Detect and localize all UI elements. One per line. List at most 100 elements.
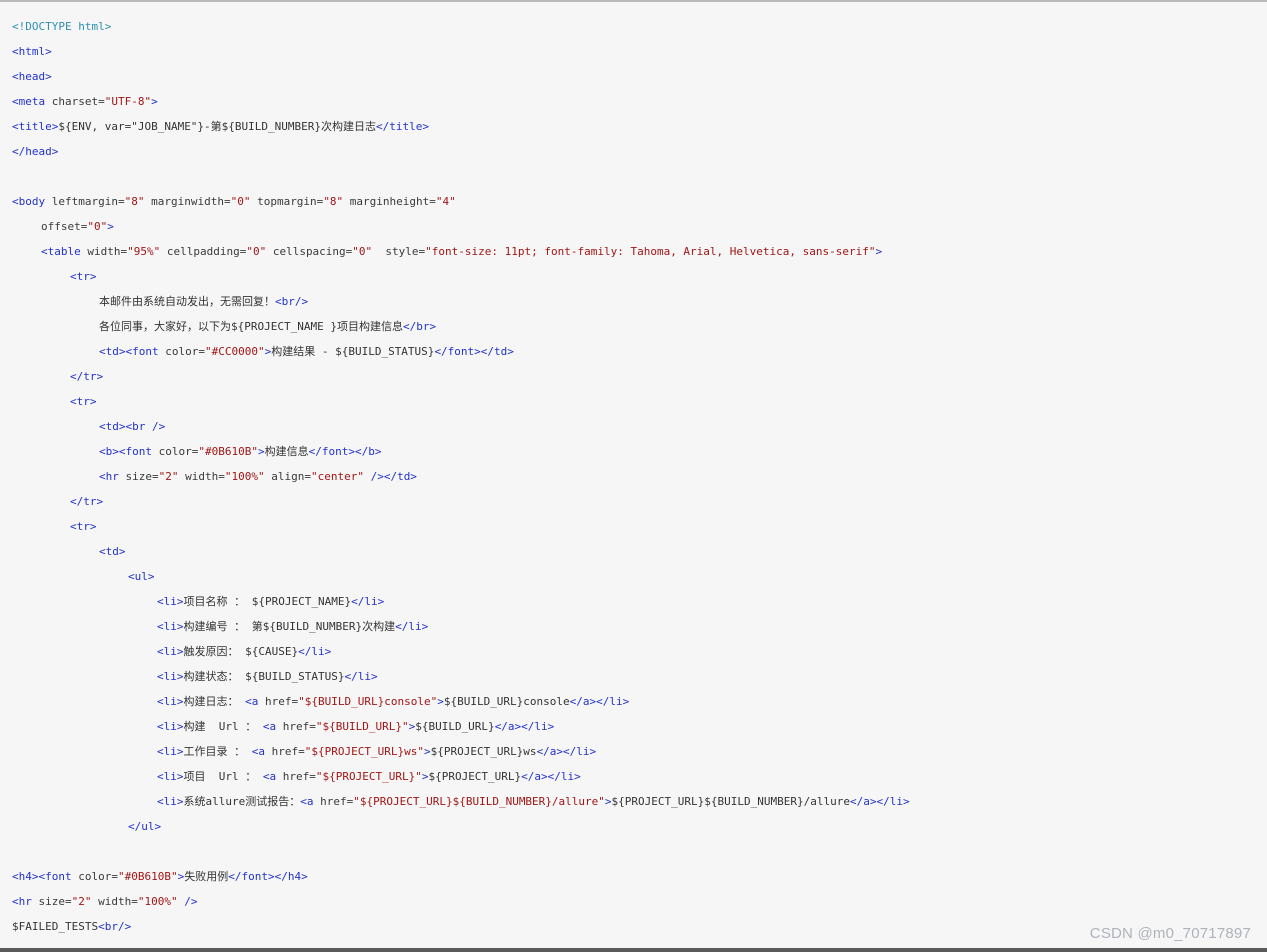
- code-line: <tr>: [12, 514, 1262, 539]
- code-line: <li>构建编号 ： 第${BUILD_NUMBER}次构建</li>: [12, 614, 1262, 639]
- code-line: </tr>: [12, 489, 1262, 514]
- code-line: <ul>: [12, 564, 1262, 589]
- code-token: </ul>: [128, 820, 162, 833]
- code-token: </a></li>: [494, 720, 555, 733]
- code-token: "#0B610B": [117, 870, 178, 883]
- code-token: <td><font: [99, 345, 166, 358]
- code-token: "2": [158, 470, 179, 483]
- code-line: <meta charset="UTF-8">: [12, 89, 1262, 114]
- code-token: </title>: [376, 120, 430, 133]
- code-line: 本邮件由系统自动发出，无需回复！<br/>: [12, 289, 1262, 314]
- code-token: color=: [165, 345, 205, 358]
- code-token: <hr: [99, 470, 126, 483]
- code-line: <li>构建 Url ： <a href="${BUILD_URL}">${BU…: [12, 714, 1262, 739]
- code-line: <table width="95%" cellpadding="0" cells…: [12, 239, 1262, 264]
- code-token: <li>: [157, 695, 184, 708]
- bottom-divider: [0, 948, 1267, 952]
- code-token: "0": [230, 195, 251, 208]
- code-token: href=: [320, 795, 354, 808]
- code-token: </tr>: [70, 370, 104, 383]
- code-line: offset="0">: [12, 214, 1262, 239]
- code-token: align=: [264, 470, 311, 483]
- code-token: "${BUILD_URL}console": [298, 695, 438, 708]
- code-token: 失败用例: [184, 870, 229, 883]
- code-token: "4": [435, 195, 456, 208]
- code-token: </font></b>: [308, 445, 382, 458]
- code-token: <li>: [157, 670, 184, 683]
- code-line: <li>项目 Url ： <a href="${PROJECT_URL}">${…: [12, 764, 1262, 789]
- code-token: "8": [124, 195, 145, 208]
- code-token: "${BUILD_URL}": [315, 720, 409, 733]
- code-line: <title>${ENV, var="JOB_NAME"}-第${BUILD_N…: [12, 114, 1262, 139]
- top-divider: [0, 0, 1267, 2]
- code-token: >: [604, 795, 612, 808]
- code-token: ${BUILD_URL}: [415, 720, 495, 733]
- code-token: >: [437, 695, 444, 708]
- code-token: >: [151, 95, 158, 108]
- code-line: <tr>: [12, 389, 1262, 414]
- code-token: <li>: [157, 620, 184, 633]
- code-token: 工作目录 ：: [183, 745, 252, 758]
- code-token: 各位同事，大家好，以下为${PROJECT_NAME }项目构建信息: [99, 320, 403, 333]
- code-token: /></td>: [363, 470, 417, 483]
- code-token: 构建编号 ： 第${BUILD_NUMBER}次构建: [183, 620, 396, 633]
- code-token: "2": [71, 895, 92, 908]
- code-token: href=: [282, 770, 316, 783]
- code-token: ${PROJECT_URL}ws: [430, 745, 537, 758]
- code-token: 项目名称 ： ${PROJECT_NAME}: [183, 595, 352, 608]
- watermark: CSDN @m0_70717897: [1089, 925, 1251, 942]
- code-line: <li>构建日志： <a href="${BUILD_URL}console">…: [12, 689, 1262, 714]
- code-token: <td>: [99, 545, 126, 558]
- code-token: <h4><font: [12, 870, 79, 883]
- code-token: "100%": [137, 895, 178, 908]
- code-token: <a: [245, 695, 265, 708]
- code-token: 项目 Url ：: [183, 770, 263, 783]
- code-token: >: [107, 220, 114, 233]
- code-line: </ul>: [12, 814, 1262, 839]
- code-token: width=: [91, 895, 138, 908]
- code-token: "UTF-8": [104, 95, 152, 108]
- code-token: </font></h4>: [228, 870, 308, 883]
- code-token: <table: [41, 245, 88, 258]
- code-token: 构建结果 - ${BUILD_STATUS}: [271, 345, 435, 358]
- code-token: 构建日志：: [183, 695, 246, 708]
- code-token: <li>: [157, 595, 184, 608]
- code-token: <li>: [157, 645, 184, 658]
- code-line: <tr>: [12, 264, 1262, 289]
- code-token: 构建 Url ：: [183, 720, 263, 733]
- code-line: <td>: [12, 539, 1262, 564]
- code-token: </br>: [402, 320, 437, 333]
- code-token: <a: [262, 720, 283, 733]
- code-line: <td><br />: [12, 414, 1262, 439]
- code-line: <li>项目名称 ： ${PROJECT_NAME}</li>: [12, 589, 1262, 614]
- code-token: </li>: [395, 620, 429, 633]
- code-token: width=: [178, 470, 225, 483]
- code-token: 触发原因： ${CAUSE}: [183, 645, 299, 658]
- code-token: width=: [87, 245, 128, 258]
- code-token: "0": [352, 245, 373, 258]
- code-line: <html>: [12, 39, 1262, 64]
- code-token: <title>: [12, 120, 59, 133]
- code-token: href=: [271, 745, 305, 758]
- code-token: <b><font: [99, 445, 159, 458]
- code-line: </tr>: [12, 364, 1262, 389]
- code-token: charset=: [51, 95, 105, 108]
- code-line: <body leftmargin="8" marginwidth="0" top…: [12, 189, 1262, 214]
- code-line: <li>构建状态： ${BUILD_STATUS}</li>: [12, 664, 1262, 689]
- code-token: </font></td>: [434, 345, 514, 358]
- code-line: <hr size="2" width="100%" align="center"…: [12, 464, 1262, 489]
- code-token: <li>: [157, 795, 184, 808]
- code-token: topmargin=: [250, 195, 324, 208]
- code-token: size=: [125, 470, 159, 483]
- code-block: <!DOCTYPE html> <html> <head> <meta charset…: [12, 14, 1262, 939]
- code-token: </a></li>: [849, 795, 910, 808]
- code-token: <tr>: [70, 520, 97, 533]
- code-token: <br/>: [98, 920, 132, 933]
- code-token: href=: [282, 720, 316, 733]
- code-line: <li>触发原因： ${CAUSE}</li>: [12, 639, 1262, 664]
- code-line: <head>: [12, 64, 1262, 89]
- code-token: "${PROJECT_URL}ws": [304, 745, 424, 758]
- code-token: <!DOCTYPE html>: [12, 20, 112, 33]
- code-token: <body: [12, 195, 52, 208]
